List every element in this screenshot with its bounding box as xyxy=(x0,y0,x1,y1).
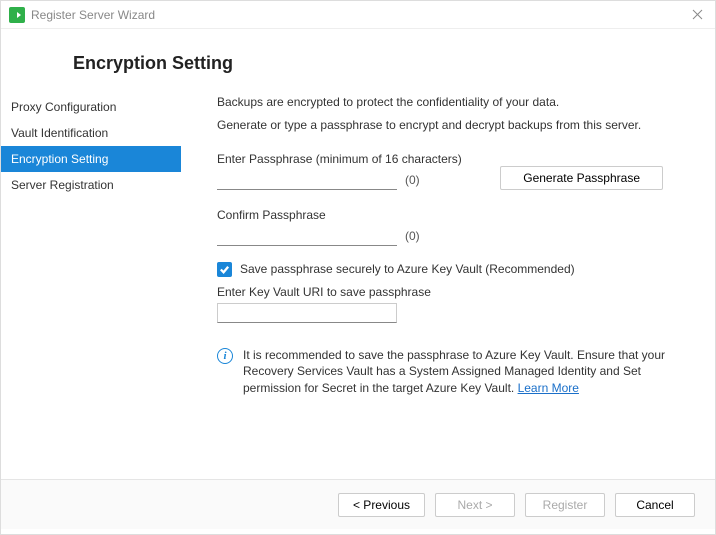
confirm-passphrase-count: (0) xyxy=(405,229,420,243)
confirm-passphrase-label: Confirm Passphrase xyxy=(217,208,691,222)
titlebar: Register Server Wizard xyxy=(1,1,715,29)
main-content: Backups are encrypted to protect the con… xyxy=(181,94,715,479)
cancel-button[interactable]: Cancel xyxy=(615,493,695,517)
page-header: Encryption Setting xyxy=(1,29,715,94)
save-keyvault-label: Save passphrase securely to Azure Key Va… xyxy=(240,262,575,276)
save-keyvault-checkbox[interactable] xyxy=(217,262,232,277)
register-button[interactable]: Register xyxy=(525,493,605,517)
intro-line-1: Backups are encrypted to protect the con… xyxy=(217,94,691,111)
footer: < Previous Next > Register Cancel xyxy=(1,479,715,529)
sidebar-item-vault[interactable]: Vault Identification xyxy=(1,120,181,146)
sidebar: Proxy Configuration Vault Identification… xyxy=(1,94,181,479)
keyvault-uri-label: Enter Key Vault URI to save passphrase xyxy=(217,285,691,299)
sidebar-item-proxy[interactable]: Proxy Configuration xyxy=(1,94,181,120)
close-icon[interactable] xyxy=(687,5,707,25)
info-icon: i xyxy=(217,348,233,364)
intro-line-2: Generate or type a passphrase to encrypt… xyxy=(217,117,691,134)
learn-more-link[interactable]: Learn More xyxy=(518,381,579,395)
enter-passphrase-input[interactable] xyxy=(217,170,397,190)
app-icon xyxy=(9,7,25,23)
enter-passphrase-label: Enter Passphrase (minimum of 16 characte… xyxy=(217,152,462,166)
enter-passphrase-count: (0) xyxy=(405,173,420,187)
info-text: It is recommended to save the passphrase… xyxy=(243,347,681,397)
window-title: Register Server Wizard xyxy=(31,8,155,22)
keyvault-uri-input[interactable] xyxy=(217,303,397,323)
sidebar-item-encryption[interactable]: Encryption Setting xyxy=(1,146,181,172)
page-title: Encryption Setting xyxy=(73,53,715,74)
next-button[interactable]: Next > xyxy=(435,493,515,517)
generate-passphrase-button[interactable]: Generate Passphrase xyxy=(500,166,663,190)
previous-button[interactable]: < Previous xyxy=(338,493,425,517)
confirm-passphrase-input[interactable] xyxy=(217,226,397,246)
info-message: It is recommended to save the passphrase… xyxy=(243,348,665,396)
sidebar-item-registration[interactable]: Server Registration xyxy=(1,172,181,198)
